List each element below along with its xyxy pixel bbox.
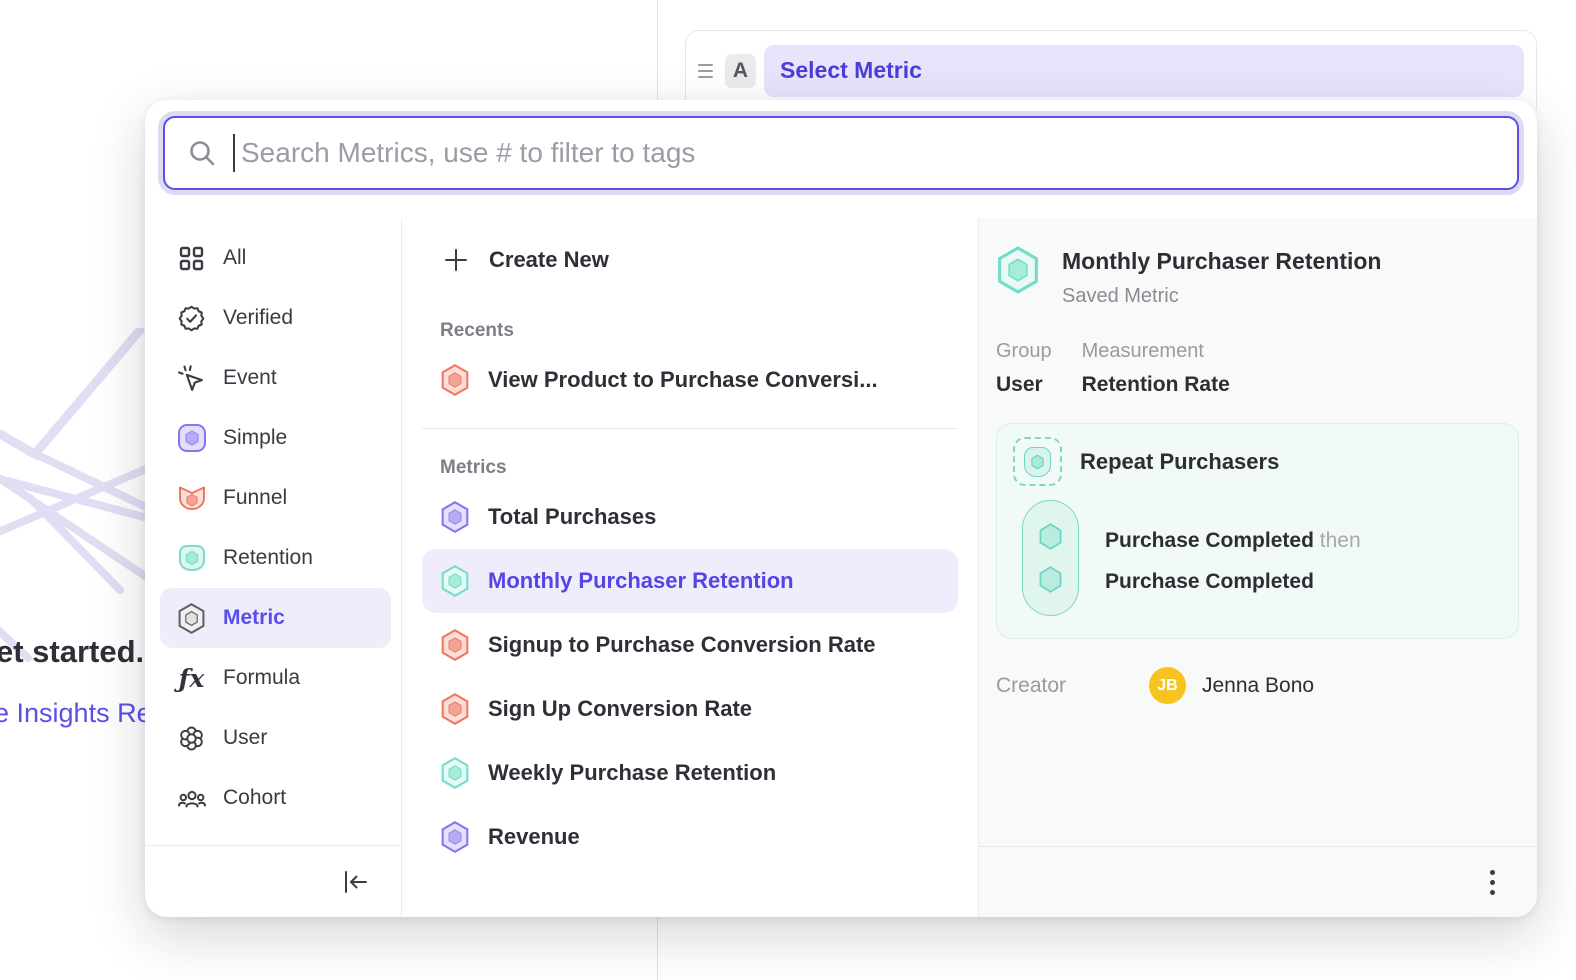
metric-hexagon-icon — [440, 629, 470, 661]
sidebar-footer — [145, 845, 401, 917]
query-builder-clause: A Select Metric — [685, 30, 1537, 110]
sidebar-item-user[interactable]: User — [160, 708, 391, 768]
search-icon — [187, 138, 217, 168]
metrics-section-header: Metrics — [422, 451, 958, 485]
creator-name: Jenna Bono — [1202, 674, 1314, 698]
background-insights-link[interactable]: e Insights Re — [0, 698, 152, 729]
text-caret — [233, 134, 235, 172]
sidebar-item-cohort[interactable]: Cohort — [160, 768, 391, 828]
metric-hexagon-icon — [996, 246, 1040, 294]
sidebar-item-all[interactable]: All — [160, 228, 391, 288]
list-item-metric[interactable]: Sign Up Conversion Rate — [422, 677, 958, 741]
search-input[interactable] — [241, 137, 1495, 169]
list-divider — [422, 428, 958, 429]
creator-row: Creator JB Jenna Bono — [996, 667, 1519, 704]
list-item-metric[interactable]: Weekly Purchase Retention — [422, 741, 958, 805]
list-item-recent[interactable]: View Product to Purchase Conversi... — [422, 348, 958, 412]
detail-footer — [979, 846, 1537, 917]
sidebar-item-simple[interactable]: Simple — [160, 408, 391, 468]
collapse-left-icon — [341, 869, 369, 895]
measurement-field: Measurement Retention Rate — [1082, 340, 1230, 397]
list-item-metric[interactable]: Total Purchases — [422, 485, 958, 549]
sidebar-item-label: Funnel — [223, 486, 287, 510]
metric-hexagon-icon — [440, 757, 470, 789]
sidebar-item-label: Formula — [223, 666, 300, 690]
drag-handle-icon[interactable] — [694, 60, 717, 82]
measurement-label: Measurement — [1082, 340, 1230, 363]
more-options-button[interactable] — [1484, 864, 1501, 901]
metric-hexagon-icon — [440, 364, 470, 396]
sidebar-item-verified[interactable]: Verified — [160, 288, 391, 348]
step-1: Purchase Completed then — [1105, 520, 1361, 561]
formula-fx-icon: ƒx — [176, 663, 207, 694]
funnel-icon — [176, 483, 207, 514]
sidebar-item-label: Verified — [223, 306, 293, 330]
creator-label: Creator — [996, 674, 1149, 698]
retention-step-icon — [1013, 437, 1062, 486]
breakdown-title: Repeat Purchasers — [1080, 449, 1279, 475]
sidebar-item-label: User — [223, 726, 267, 750]
creator-avatar: JB — [1149, 667, 1186, 704]
detail-subtitle: Saved Metric — [1062, 285, 1381, 308]
step-2: Purchase Completed — [1105, 561, 1361, 602]
measurement-value: Retention Rate — [1082, 373, 1230, 397]
sidebar-item-label: All — [223, 246, 246, 270]
select-metric-button[interactable]: Select Metric — [764, 45, 1524, 97]
metric-definition-card: Repeat Purchasers Purchase Completed the… — [996, 423, 1519, 639]
retention-icon — [176, 543, 207, 574]
list-item-metric[interactable]: Revenue — [422, 805, 958, 869]
background-heading-fragment: et started. — [0, 634, 144, 670]
sidebar-item-event[interactable]: Event — [160, 348, 391, 408]
collapse-sidebar-button[interactable] — [335, 862, 375, 902]
grid-icon — [176, 243, 207, 274]
group-field: Group User — [996, 340, 1052, 397]
sidebar-item-formula[interactable]: ƒx Formula — [160, 648, 391, 708]
sidebar-item-funnel[interactable]: Funnel — [160, 468, 391, 528]
group-value: User — [996, 373, 1052, 397]
metric-results-list: Create New Recents View Product to Purch… — [402, 218, 978, 917]
metric-hexagon-icon — [440, 565, 470, 597]
list-item-metric[interactable]: Signup to Purchase Conversion Rate — [422, 613, 958, 677]
sidebar-item-label: Cohort — [223, 786, 286, 810]
detail-title: Monthly Purchaser Retention — [1062, 248, 1381, 275]
event-sequence-capsule-icon — [1022, 500, 1079, 616]
simple-icon — [176, 423, 207, 454]
sidebar-item-label: Simple — [223, 426, 287, 450]
group-label: Group — [996, 340, 1052, 363]
metric-hexagon-icon — [440, 501, 470, 533]
metric-picker-modal: All Verified — [145, 100, 1537, 917]
decorative-line-chart — [0, 328, 150, 678]
plus-icon — [440, 246, 471, 274]
metric-detail-panel: Monthly Purchaser Retention Saved Metric… — [978, 218, 1537, 917]
search-box[interactable] — [163, 116, 1519, 190]
metric-hexagon-icon — [440, 693, 470, 725]
list-item-metric-selected[interactable]: Monthly Purchaser Retention — [422, 549, 958, 613]
metric-hexagon-icon — [176, 603, 207, 634]
sidebar-item-label: Event — [223, 366, 277, 390]
recents-section-header: Recents — [422, 314, 958, 348]
metric-hexagon-icon — [440, 821, 470, 853]
cohort-people-icon — [176, 783, 207, 814]
create-new-button[interactable]: Create New — [422, 228, 958, 292]
sidebar-item-retention[interactable]: Retention — [160, 528, 391, 588]
category-sidebar: All Verified — [145, 218, 402, 917]
verified-badge-icon — [176, 303, 207, 334]
step-connector: then — [1320, 529, 1361, 552]
sidebar-item-label: Metric — [223, 606, 285, 630]
sidebar-item-metric[interactable]: Metric — [160, 588, 391, 648]
sidebar-item-label: Retention — [223, 546, 313, 570]
clause-letter-badge[interactable]: A — [725, 54, 756, 88]
user-cluster-icon — [176, 723, 207, 754]
event-cursor-icon — [176, 363, 207, 394]
